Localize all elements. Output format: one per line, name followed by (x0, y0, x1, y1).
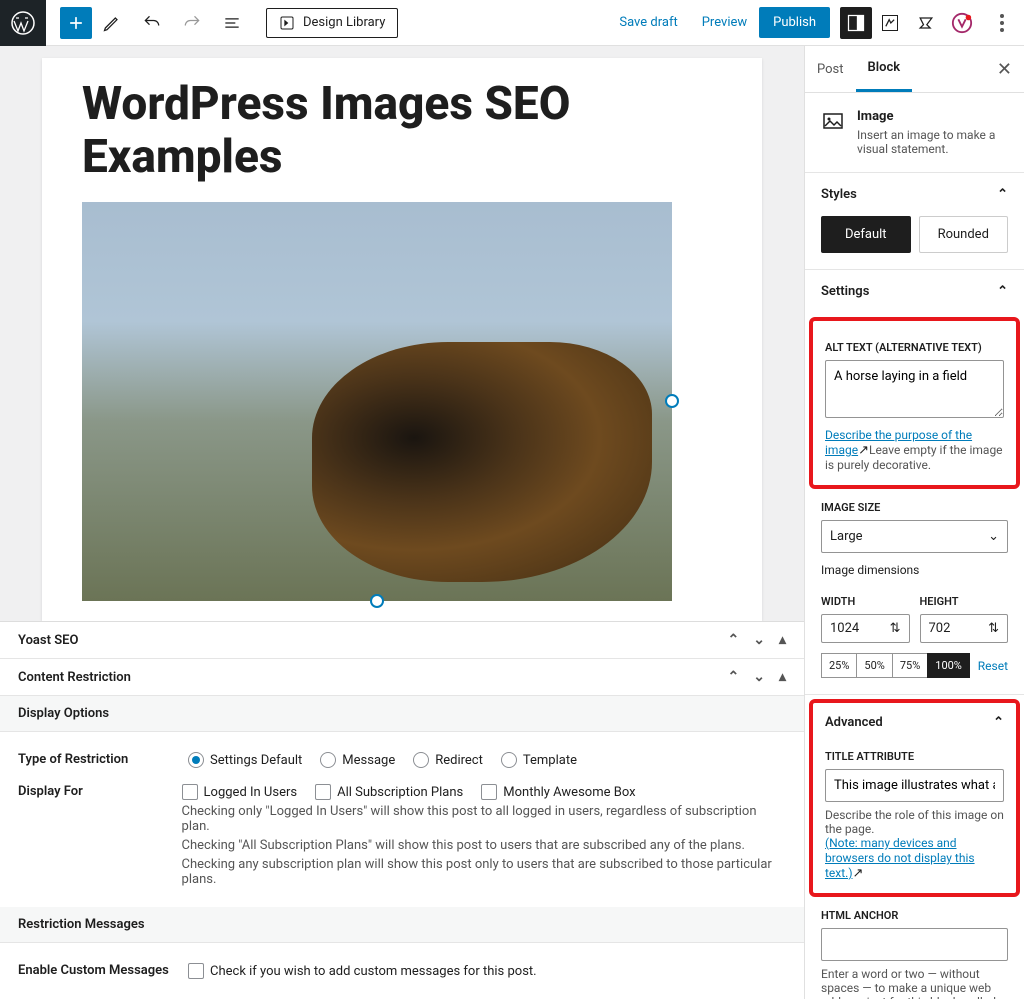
design-library-button[interactable]: Design Library (266, 8, 398, 38)
tab-post[interactable]: Post (805, 48, 856, 91)
external-icon: ↗ (858, 443, 869, 458)
height-input[interactable]: 702⇅ (920, 614, 1009, 643)
check-monthly-box[interactable]: Monthly Awesome Box (481, 784, 635, 800)
chevron-down-icon: ⌄ (988, 529, 999, 544)
html-anchor-label: HTML ANCHOR (821, 909, 1008, 922)
yoast-panel-header[interactable]: Yoast SEO ⌃⌄▴ (0, 622, 804, 659)
yoast-icon[interactable] (950, 11, 974, 35)
style-rounded-button[interactable]: Rounded (919, 216, 1009, 253)
dimensions-label: Image dimensions (821, 563, 1008, 577)
resize-handle-bottom[interactable] (370, 594, 384, 608)
plugin-icon-1[interactable] (878, 11, 902, 35)
redo-icon[interactable] (180, 11, 204, 35)
image-size-label: IMAGE SIZE (821, 501, 1008, 514)
type-of-restriction-label: Type of Restriction (18, 752, 188, 767)
chevron-up-icon: ⌃ (997, 284, 1008, 299)
caret-up-icon[interactable]: ▴ (779, 632, 786, 648)
alt-text-label: ALT TEXT (ALTERNATIVE TEXT) (825, 341, 1004, 354)
enable-custom-label: Enable Custom Messages (18, 963, 188, 978)
post-title[interactable]: WordPress Images SEO Examples (82, 78, 722, 184)
publish-button[interactable]: Publish (759, 7, 830, 38)
add-block-button[interactable] (60, 7, 92, 39)
check-logged-in[interactable]: Logged In Users (182, 784, 298, 800)
radio-message[interactable]: Message (320, 752, 395, 768)
check-all-plans[interactable]: All Subscription Plans (315, 784, 463, 800)
width-input[interactable]: 1024⇅ (821, 614, 910, 643)
editor-topbar: Design Library Save draft Preview Publis… (0, 0, 1024, 46)
undo-icon[interactable] (140, 11, 164, 35)
image-icon (821, 109, 845, 156)
chevron-up-icon: ⌃ (993, 715, 1004, 730)
title-note-link[interactable]: (Note: many devices and browsers do not … (825, 836, 975, 880)
list-view-icon[interactable] (220, 11, 244, 35)
save-draft-button[interactable]: Save draft (607, 7, 689, 38)
meta-boxes: Yoast SEO ⌃⌄▴ Content Restriction ⌃⌄▴ Di… (0, 621, 804, 999)
external-icon: ↗ (853, 866, 864, 881)
more-menu-icon[interactable] (990, 14, 1014, 32)
stepper-icon[interactable]: ⇅ (890, 621, 901, 636)
radio-settings-default[interactable]: Settings Default (188, 752, 302, 768)
block-name: Image (857, 109, 1008, 124)
pct-25-button[interactable]: 25% (821, 653, 857, 678)
restriction-messages-header: Restriction Messages (0, 907, 804, 943)
help-text: Checking "All Subscription Plans" will s… (182, 838, 786, 853)
tab-block[interactable]: Block (856, 46, 913, 92)
image-block[interactable] (82, 202, 672, 601)
radio-redirect[interactable]: Redirect (413, 752, 483, 768)
chevron-up-icon[interactable]: ⌃ (728, 669, 740, 685)
radio-template[interactable]: Template (501, 752, 577, 768)
check-enable-custom[interactable]: Check if you wish to add custom messages… (188, 963, 537, 979)
close-sidebar-icon[interactable]: ✕ (997, 59, 1012, 80)
html-anchor-input[interactable] (821, 928, 1008, 961)
advanced-panel-header[interactable]: Advanced⌃ (825, 711, 1004, 738)
alt-text-input[interactable] (825, 360, 1004, 418)
design-library-label: Design Library (303, 15, 385, 30)
settings-panel-header[interactable]: Settings⌃ (805, 270, 1024, 313)
settings-sidebar: Post Block ✕ Image Insert an image to ma… (804, 46, 1024, 999)
block-description: Insert an image to make a visual stateme… (857, 128, 1008, 156)
display-for-label: Display For (18, 784, 182, 799)
chevron-down-icon[interactable]: ⌄ (753, 632, 765, 648)
resize-handle-right[interactable] (665, 394, 679, 408)
editor-canvas: WordPress Images SEO Examples Replace (42, 58, 762, 621)
horse-photo (82, 202, 672, 601)
chevron-up-icon[interactable]: ⌃ (728, 632, 740, 648)
display-options-header: Display Options (0, 696, 804, 732)
caret-up-icon[interactable]: ▴ (779, 669, 786, 685)
help-text: Checking only "Logged In Users" will sho… (182, 804, 786, 834)
stepper-icon[interactable]: ⇅ (988, 621, 999, 636)
settings-toggle-button[interactable] (840, 7, 872, 39)
help-text: Checking any subscription plan will show… (182, 857, 786, 887)
style-default-button[interactable]: Default (821, 216, 911, 253)
chevron-up-icon: ⌃ (997, 187, 1008, 202)
plugin-icon-2[interactable] (914, 11, 938, 35)
alt-text-highlight: ALT TEXT (ALTERNATIVE TEXT) Describe the… (809, 317, 1020, 489)
preview-button[interactable]: Preview (690, 7, 759, 38)
image-size-select[interactable]: Large⌄ (821, 520, 1008, 553)
reset-button[interactable]: Reset (978, 659, 1008, 673)
advanced-highlight: Advanced⌃ TITLE ATTRIBUTE Describe the r… (809, 699, 1020, 897)
pct-100-button[interactable]: 100% (927, 653, 970, 678)
chevron-down-icon[interactable]: ⌄ (753, 669, 765, 685)
content-restriction-header[interactable]: Content Restriction ⌃⌄▴ (0, 659, 804, 696)
wp-logo[interactable] (0, 0, 46, 46)
title-attr-input[interactable] (825, 769, 1004, 802)
pct-50-button[interactable]: 50% (856, 653, 892, 678)
styles-panel-header[interactable]: Styles⌃ (805, 173, 1024, 216)
edit-mode-icon[interactable] (100, 11, 124, 35)
pct-75-button[interactable]: 75% (892, 653, 928, 678)
title-attr-label: TITLE ATTRIBUTE (825, 750, 1004, 763)
